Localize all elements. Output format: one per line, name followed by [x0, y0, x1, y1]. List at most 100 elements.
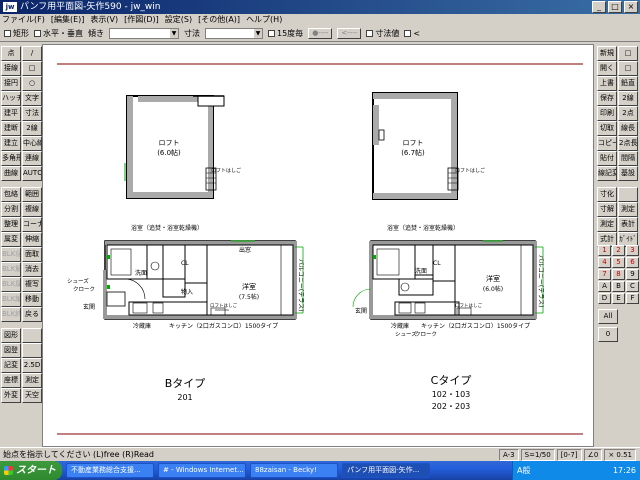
left-tool-4-0[interactable]: 建平	[1, 106, 21, 121]
layer-button-D[interactable]: D	[598, 293, 611, 304]
zoom-cell[interactable]: × 0.51	[604, 449, 636, 461]
left-tool-12-0[interactable]: 属変	[1, 232, 21, 247]
layer-button-6[interactable]: 6	[626, 257, 639, 268]
line-end-button-2[interactable]: <----	[337, 28, 362, 39]
right-tool-8-0[interactable]: 線記変	[597, 166, 617, 181]
minimize-button[interactable]: _	[592, 1, 606, 13]
left-tool-21-0[interactable]: 座標	[1, 373, 21, 388]
left-tool-17-1[interactable]: 戻る	[22, 307, 42, 322]
left-tool-5-0[interactable]: 建断	[1, 121, 21, 136]
start-button[interactable]: スタート	[0, 461, 62, 480]
left-tool-0-1[interactable]: /	[22, 46, 42, 61]
left-tool-1-1[interactable]: □	[22, 61, 42, 76]
right-tool-9-0[interactable]: 寸化	[597, 187, 617, 202]
taskbar-item-becky[interactable]: 88zaisan - Becky!	[250, 463, 338, 478]
left-tool-11-0[interactable]: 整理	[1, 217, 21, 232]
layer-button-4[interactable]: 4	[598, 257, 611, 268]
left-tool-9-1[interactable]: 範囲	[22, 187, 42, 202]
right-tool-2-0[interactable]: 上書	[597, 76, 617, 91]
left-tool-13-0[interactable]: BLK化	[1, 247, 21, 262]
right-tool-1-1[interactable]: □	[618, 61, 638, 76]
layer-button-9[interactable]: 9	[626, 269, 639, 280]
right-tool-6-1[interactable]: 2点長	[618, 136, 638, 151]
right-tool-3-1[interactable]: 2線	[618, 91, 638, 106]
layer-zero-button[interactable]: 0	[598, 327, 618, 342]
layer-button-2[interactable]: 2	[612, 245, 625, 256]
lt-option[interactable]: <	[404, 29, 420, 38]
dim-value-option[interactable]: 寸法値	[366, 28, 399, 39]
right-tool-9-1[interactable]	[618, 187, 638, 202]
left-tool-14-0[interactable]: BLK解	[1, 262, 21, 277]
taskbar-item-jwwin[interactable]: パンフ用平面図-矢作...	[342, 463, 430, 478]
layer-button-F[interactable]: F	[626, 293, 639, 304]
left-tool-17-0[interactable]: BLK終	[1, 307, 21, 322]
layer-button-1[interactable]: 1	[598, 245, 611, 256]
right-tool-5-0[interactable]: 切取	[597, 121, 617, 136]
right-tool-2-1[interactable]: 鉛直	[618, 76, 638, 91]
left-tool-20-1[interactable]: 2.5D	[22, 358, 42, 373]
menu-draw[interactable]: [作図(D)]	[124, 14, 159, 26]
left-tool-6-1[interactable]: 中心線	[22, 136, 42, 151]
menu-other[interactable]: [その他(A)]	[198, 14, 240, 26]
right-tool-11-0[interactable]: 測定	[597, 217, 617, 232]
left-tool-9-0[interactable]: 包絡	[1, 187, 21, 202]
left-tool-16-1[interactable]: 移動	[22, 292, 42, 307]
taskbar-item-ie[interactable]: # - Windows Internet...	[158, 463, 246, 478]
menu-settings[interactable]: 設定(S)	[165, 14, 192, 26]
horizontal-vertical-option[interactable]: 水平・垂直	[34, 28, 83, 39]
left-tool-3-0[interactable]: ハッチ	[1, 91, 21, 106]
right-tool-8-1[interactable]: 基設	[618, 166, 638, 181]
layer-button-B[interactable]: B	[612, 281, 625, 292]
rect-checkbox[interactable]	[4, 30, 11, 37]
layer-button-5[interactable]: 5	[612, 257, 625, 268]
paper-size-cell[interactable]: A-3	[499, 449, 519, 461]
left-tool-18-1[interactable]	[22, 328, 42, 343]
slope-combo[interactable]	[109, 28, 179, 39]
left-tool-22-0[interactable]: 外変	[1, 388, 21, 403]
left-tool-12-1[interactable]: 伸縮	[22, 232, 42, 247]
layer-button-E[interactable]: E	[612, 293, 625, 304]
right-tool-7-0[interactable]: 貼付	[597, 151, 617, 166]
right-tool-11-1[interactable]: 表計	[618, 217, 638, 232]
right-tool-10-1[interactable]: 測定	[618, 202, 638, 217]
layer-button-3[interactable]: 3	[626, 245, 639, 256]
left-tool-19-1[interactable]	[22, 343, 42, 358]
scale-cell[interactable]: S=1/50	[520, 449, 555, 461]
left-tool-0-0[interactable]: 点	[1, 46, 21, 61]
menu-file[interactable]: ファイル(F)	[2, 14, 45, 26]
left-tool-15-0[interactable]: BLK属	[1, 277, 21, 292]
maximize-button[interactable]: □	[608, 1, 622, 13]
right-tool-4-1[interactable]: 2点	[618, 106, 638, 121]
left-tool-10-1[interactable]: 複線	[22, 202, 42, 217]
angle15-option[interactable]: 15度毎	[268, 28, 303, 39]
right-tool-0-0[interactable]: 新規	[597, 46, 617, 61]
layer-button-7[interactable]: 7	[598, 269, 611, 280]
left-tool-13-1[interactable]: 面取	[22, 247, 42, 262]
left-tool-8-1[interactable]: AUTO	[22, 166, 42, 181]
left-tool-2-1[interactable]: ○	[22, 76, 42, 91]
right-tool-10-0[interactable]: 寸解	[597, 202, 617, 217]
left-tool-15-1[interactable]: 複写	[22, 277, 42, 292]
right-tool-1-0[interactable]: 開く	[597, 61, 617, 76]
drawing-canvas[interactable]: ロフト (6.0帖) ロフトはしご ロフト (6.7帖) ロフトはしご 浴室（追…	[42, 44, 594, 447]
layer-all-button[interactable]: All	[598, 309, 618, 324]
right-tool-6-0[interactable]: コピー	[597, 136, 617, 151]
left-tool-7-1[interactable]: 連線	[22, 151, 42, 166]
left-tool-2-0[interactable]: 接円	[1, 76, 21, 91]
right-tool-7-1[interactable]: 間隔	[618, 151, 638, 166]
left-tool-20-0[interactable]: 記変	[1, 358, 21, 373]
taskbar-item-realestate[interactable]: 不動産業務総合支援...	[66, 463, 154, 478]
ime-indicator[interactable]: A般	[517, 461, 530, 480]
left-tool-3-1[interactable]: 文字	[22, 91, 42, 106]
menu-help[interactable]: ヘルプ(H)	[246, 14, 282, 26]
angle15-checkbox[interactable]	[268, 30, 275, 37]
left-tool-8-0[interactable]: 曲線	[1, 166, 21, 181]
left-tool-14-1[interactable]: 消去	[22, 262, 42, 277]
left-tool-1-0[interactable]: 接線	[1, 61, 21, 76]
left-tool-21-1[interactable]: 測定	[22, 373, 42, 388]
layer-cell[interactable]: [0-7]	[556, 449, 582, 461]
left-tool-16-0[interactable]: BLK編	[1, 292, 21, 307]
layer-button-8[interactable]: 8	[612, 269, 625, 280]
left-tool-7-0[interactable]: 多角形	[1, 151, 21, 166]
line-end-button-1[interactable]: ●----	[308, 28, 333, 39]
